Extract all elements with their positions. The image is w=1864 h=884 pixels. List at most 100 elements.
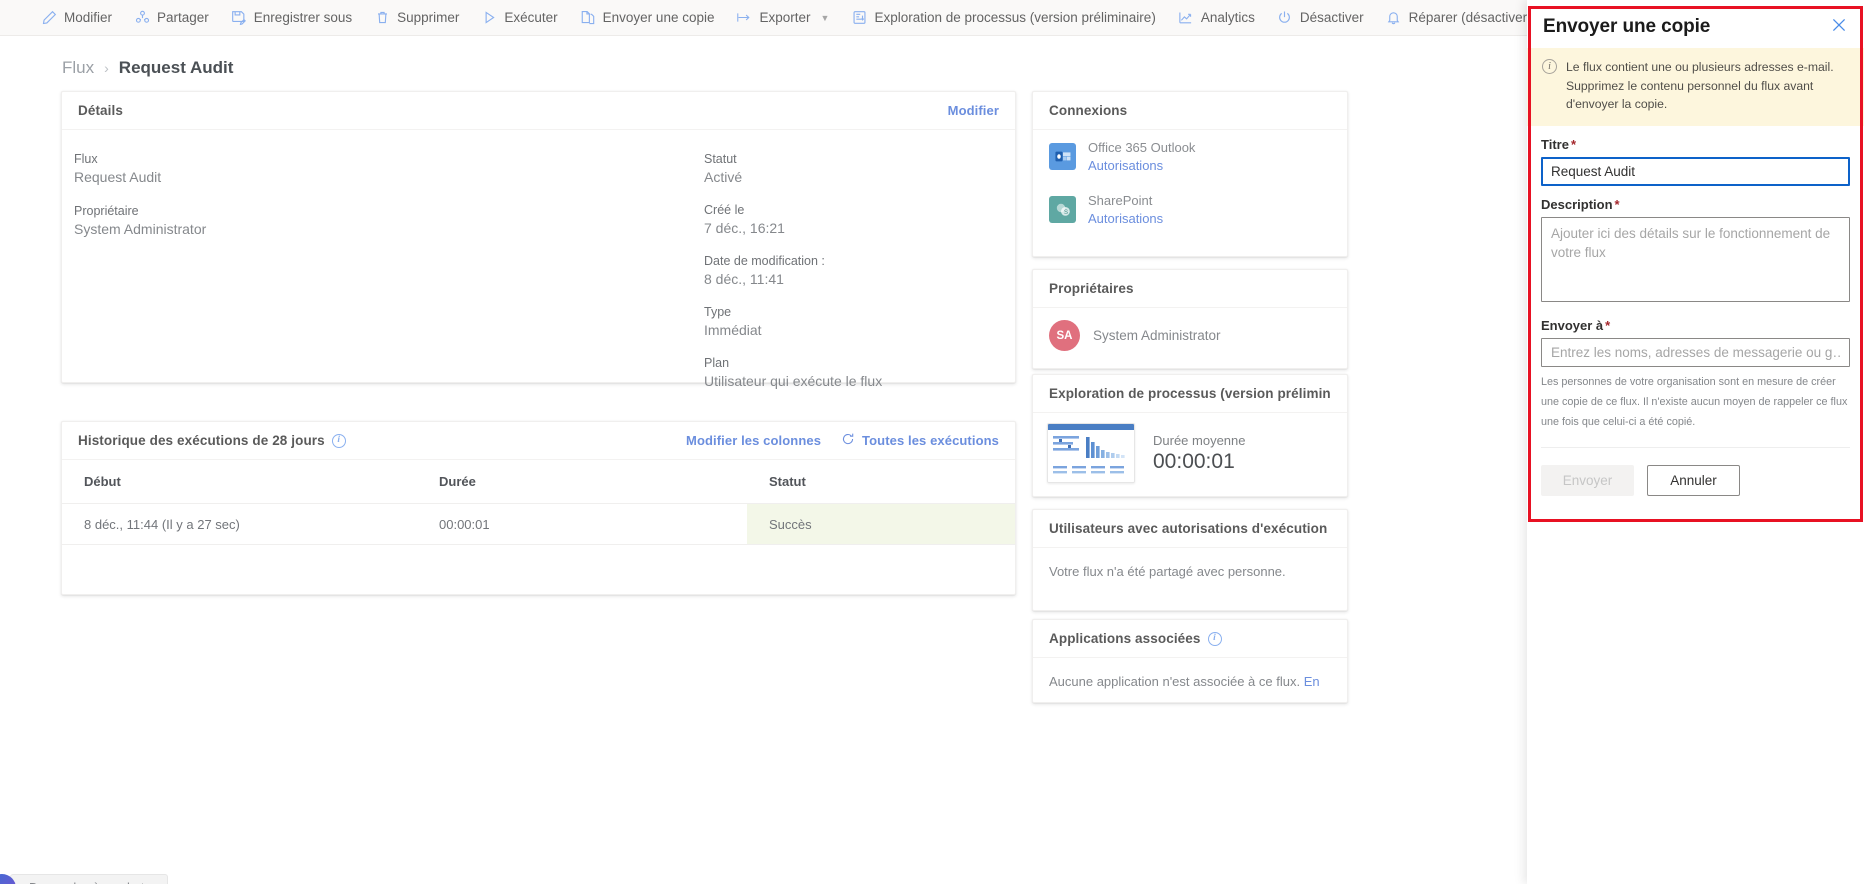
connected-apps-card: Applications associées i Aucune applicat… bbox=[1032, 619, 1348, 703]
detail-value: Request Audit bbox=[74, 169, 162, 185]
play-icon bbox=[481, 10, 497, 26]
command-label: Exploration de processus (version prélim… bbox=[874, 10, 1156, 25]
connection-permissions-link[interactable]: Autorisations bbox=[1088, 210, 1163, 228]
send-to-helper-text: Les personnes de votre organisation sont… bbox=[1541, 375, 1848, 428]
connected-apps-link[interactable]: En bbox=[1304, 674, 1320, 689]
close-icon[interactable] bbox=[1830, 16, 1848, 37]
detail-field-flux: Flux Request Audit bbox=[74, 152, 206, 185]
command-label: Partager bbox=[157, 10, 209, 25]
command-label: Exporter bbox=[759, 10, 811, 25]
connections-header: Connexions bbox=[1033, 92, 1347, 130]
run-history-actions: Modifier les colonnes Toutes les exécuti… bbox=[686, 432, 999, 449]
process-mining-card: Exploration de processus (version prélim… bbox=[1032, 374, 1348, 497]
detail-field-type: Type Immédiat bbox=[704, 305, 882, 338]
info-icon[interactable]: i bbox=[1207, 631, 1222, 646]
description-input[interactable] bbox=[1541, 216, 1850, 302]
connected-apps-title: Applications associées bbox=[1049, 631, 1201, 646]
cancel-button[interactable]: Annuler bbox=[1647, 464, 1740, 496]
owner-item[interactable]: SA System Administrator bbox=[1033, 308, 1347, 363]
connection-text: Office 365 Outlook Autorisations bbox=[1088, 139, 1195, 174]
command-enregistrer-sous[interactable]: Enregistrer sous bbox=[220, 0, 363, 35]
avatar: SA bbox=[1049, 320, 1080, 351]
command-label: Analytics bbox=[1200, 10, 1255, 25]
panel-actions: Envoyer Annuler bbox=[1541, 448, 1850, 496]
detail-value: Activé bbox=[704, 169, 743, 185]
owners-card: Propriétaires SA System Administrator bbox=[1032, 269, 1348, 369]
chevron-down-icon: ▼ bbox=[820, 12, 830, 23]
detail-value: Utilisateur qui exécute le flux bbox=[704, 373, 883, 389]
connection-item-sharepoint[interactable]: S SharePoint Autorisations bbox=[1033, 183, 1347, 236]
avg-duration-value: 00:00:01 bbox=[1153, 449, 1235, 473]
breadcrumb: Flux › Request Audit bbox=[62, 58, 233, 78]
process-mining-icon bbox=[851, 10, 867, 26]
breadcrumb-root[interactable]: Flux bbox=[62, 58, 94, 78]
required-asterisk: * bbox=[1570, 136, 1576, 152]
send-a-copy-panel: Envoyer une copie i Le flux contient une… bbox=[1527, 0, 1864, 884]
detail-value: System Administrator bbox=[74, 221, 207, 237]
command-envoyer-une-copie[interactable]: Envoyer une copie bbox=[569, 0, 726, 35]
run-only-users-card: Utilisateurs avec autorisations d'exécut… bbox=[1032, 509, 1348, 611]
run-only-users-header: Utilisateurs avec autorisations d'exécut… bbox=[1033, 510, 1347, 548]
run-history-title: Historique des exécutions de 28 jours bbox=[78, 433, 325, 448]
column-header-duree[interactable]: Durée bbox=[417, 460, 747, 504]
details-card: Détails Modifier Flux Request Audit Prop… bbox=[61, 91, 1016, 389]
detail-label: Plan bbox=[704, 356, 730, 370]
details-edit-link[interactable]: Modifier bbox=[948, 103, 999, 118]
command-supprimer[interactable]: Supprimer bbox=[363, 0, 470, 35]
title-input[interactable] bbox=[1541, 156, 1850, 186]
command-label: Exécuter bbox=[504, 10, 558, 25]
process-mining-header: Exploration de processus (version prélim… bbox=[1033, 375, 1347, 413]
command-partager[interactable]: Partager bbox=[123, 0, 220, 35]
column-header-statut[interactable]: Statut bbox=[747, 460, 1015, 504]
command-analytics[interactable]: Analytics bbox=[1167, 0, 1266, 35]
command-exporter[interactable]: Exporter ▼ bbox=[725, 0, 840, 35]
detail-label: Date de modification : bbox=[704, 254, 825, 268]
detail-field-statut: Statut Activé bbox=[704, 152, 882, 185]
process-mining-body: Durée moyenne 00:00:01 bbox=[1033, 413, 1347, 493]
command-exploration-de-processus[interactable]: Exploration de processus (version prélim… bbox=[840, 0, 1166, 35]
dashboard-thumbnail-icon[interactable] bbox=[1047, 423, 1135, 483]
command-label: Envoyer une copie bbox=[602, 10, 715, 25]
copilot-chat-bar[interactable]: Demandez à un chat... bbox=[0, 874, 168, 884]
column-header-debut[interactable]: Début bbox=[62, 460, 417, 504]
connections-card: Connexions Office 365 Outlook Autorisati… bbox=[1032, 91, 1348, 257]
connection-permissions-link[interactable]: Autorisations bbox=[1088, 157, 1195, 175]
required-asterisk: * bbox=[1614, 196, 1620, 212]
analytics-icon bbox=[1178, 10, 1194, 26]
all-runs-button[interactable]: Toutes les exécutions bbox=[841, 432, 999, 449]
share-icon bbox=[134, 10, 150, 26]
table-row[interactable]: 8 déc., 11:44 (Il y a 27 sec) 00:00:01 S… bbox=[62, 503, 1015, 545]
description-field-group: Description * bbox=[1541, 197, 1850, 307]
send-to-label-text: Envoyer à bbox=[1541, 317, 1604, 333]
send-to-field-group: Envoyer à* Les personnes de votre organi… bbox=[1541, 318, 1850, 433]
run-history-title-wrap: Historique des exécutions de 28 jours i bbox=[78, 433, 346, 448]
detail-label: Statut bbox=[704, 152, 737, 166]
runs-table-header-row: Début Durée Statut bbox=[62, 460, 1015, 504]
owners-title: Propriétaires bbox=[1049, 281, 1134, 296]
panel-header: Envoyer une copie bbox=[1527, 0, 1864, 48]
sharepoint-icon: S bbox=[1049, 196, 1076, 224]
command-modifier[interactable]: Modifier bbox=[30, 0, 123, 35]
send-copy-form: Titre* Description* Envoyer à* Les perso… bbox=[1527, 126, 1864, 496]
detail-value: 7 déc., 16:21 bbox=[704, 220, 785, 236]
connected-apps-text: Aucune application n'est associée à ce f… bbox=[1049, 674, 1301, 689]
owners-header: Propriétaires bbox=[1033, 270, 1347, 308]
edit-columns-link[interactable]: Modifier les colonnes bbox=[686, 433, 821, 448]
command-label: Supprimer bbox=[397, 10, 460, 25]
detail-value: Immédiat bbox=[704, 322, 762, 338]
send-button[interactable]: Envoyer bbox=[1541, 464, 1634, 496]
detail-field-proprietaire: Propriétaire System Administrator bbox=[74, 204, 206, 237]
all-runs-label: Toutes les exécutions bbox=[862, 433, 999, 448]
owner-name: System Administrator bbox=[1093, 328, 1221, 343]
details-right-column: Statut Activé Créé le 7 déc., 16:21 Date… bbox=[704, 152, 882, 407]
page-title: Request Audit bbox=[118, 58, 234, 77]
connection-item-outlook[interactable]: Office 365 Outlook Autorisations bbox=[1033, 130, 1347, 183]
svg-text:S: S bbox=[1064, 210, 1068, 216]
info-icon[interactable]: i bbox=[331, 433, 346, 448]
command-label: Désactiver bbox=[1299, 10, 1364, 25]
chat-input[interactable]: Demandez à un chat... bbox=[10, 874, 168, 884]
command-desactiver[interactable]: Désactiver bbox=[1266, 0, 1375, 35]
description-field-label: Description * bbox=[1541, 197, 1850, 212]
command-executer[interactable]: Exécuter bbox=[470, 0, 568, 35]
send-to-input[interactable] bbox=[1541, 337, 1850, 367]
